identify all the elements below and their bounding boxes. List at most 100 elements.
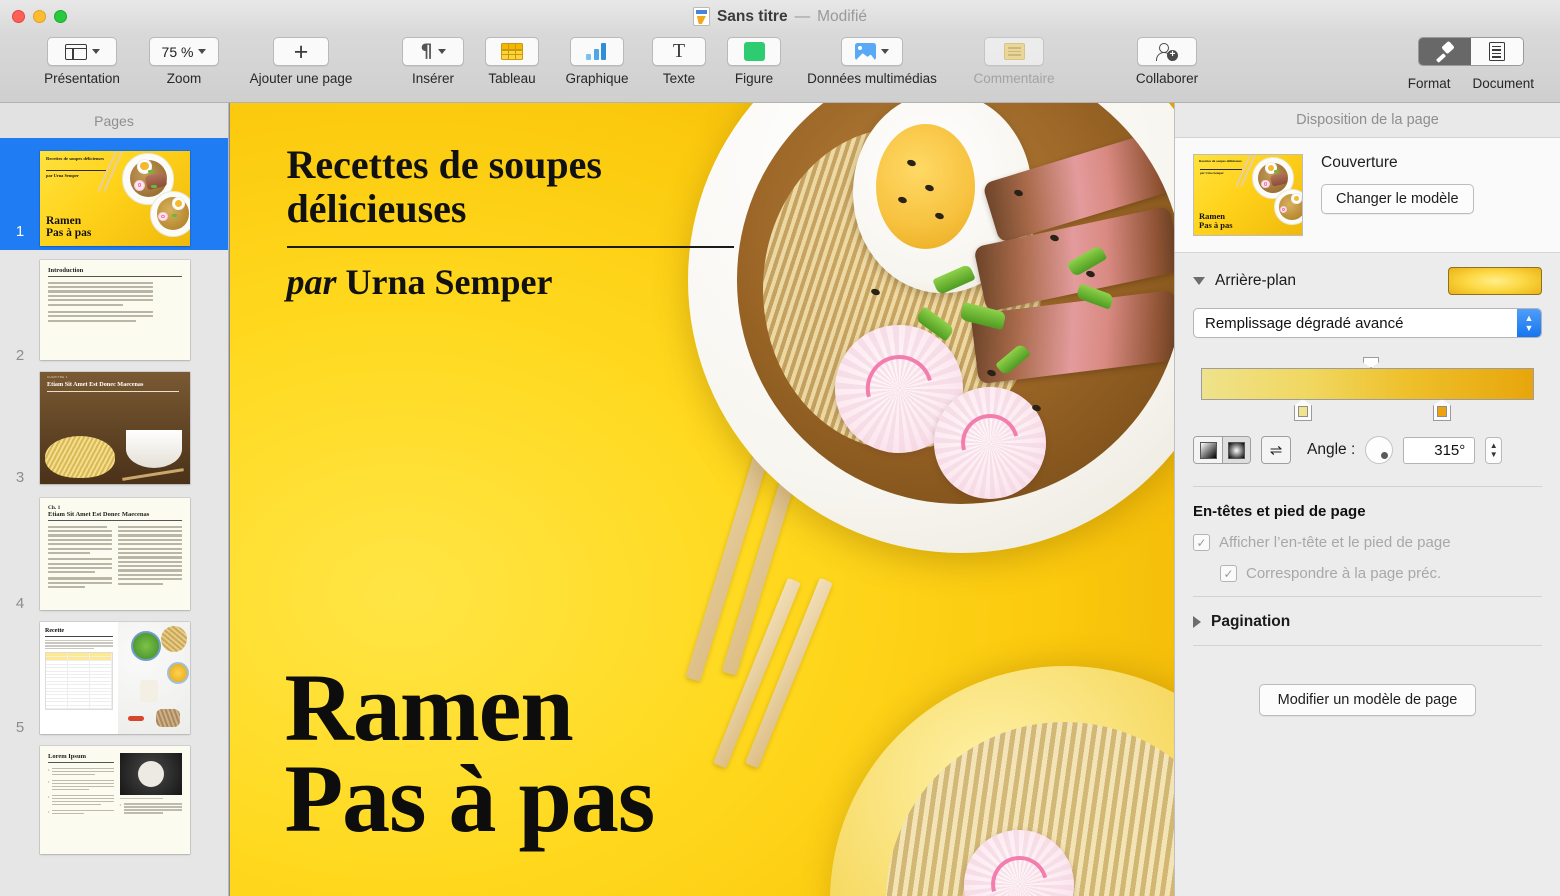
page-thumbnail-2[interactable]: Introduction [40, 260, 190, 360]
chevron-down-icon [881, 49, 889, 54]
comment-button[interactable] [984, 37, 1044, 66]
disclosure-triangle-right-icon[interactable] [1193, 616, 1201, 628]
page-1-cover[interactable]: Recettes de soupes délicieuses par Urna S… [229, 103, 1174, 896]
fill-type-select[interactable]: Remplissage dégradé avancé ▲ ▼ [1193, 308, 1542, 338]
chopstick-icon [122, 468, 184, 481]
chevron-updown-icon[interactable]: ▲ ▼ [1517, 309, 1541, 337]
toolbar-insert-button[interactable]: ¶ Insérer [394, 33, 472, 86]
toolbar-comment-button[interactable]: Commentaire [952, 33, 1076, 86]
disclosure-triangle-down-icon[interactable] [1193, 277, 1205, 285]
toolbar-add-page-button[interactable]: + Ajouter une page [226, 33, 376, 86]
zoom-popup[interactable]: 75 % [149, 37, 219, 66]
document-canvas[interactable]: Recettes de soupes délicieuses par Urna S… [229, 103, 1174, 896]
insert-popup[interactable]: ¶ [402, 37, 464, 66]
list-item[interactable]: 1 Recettes de soupes délicieuses par Urn… [0, 138, 228, 250]
naruto-fish-cake [933, 387, 1046, 500]
lorem-photo-block [119, 753, 182, 847]
sidebar-header: Pages [0, 103, 228, 138]
cover-title[interactable]: Recettes de soupes délicieuses [287, 143, 747, 231]
close-button[interactable] [12, 10, 25, 23]
shape-button[interactable] [727, 37, 781, 66]
naruto-fish-cake [964, 829, 1075, 896]
toolbar-collaborate-button[interactable]: + Collaborer [1108, 33, 1226, 86]
chart-icon [586, 43, 608, 60]
text-box-button[interactable]: T [652, 37, 706, 66]
view-popup[interactable] [47, 37, 117, 66]
template-section: Recettes de soupes délicieuses par Urna … [1175, 138, 1560, 253]
match-previous-row[interactable]: ✓ Correspondre à la page préc. [1220, 565, 1542, 582]
angle-value-field[interactable]: 315° [1403, 436, 1476, 464]
gradient-type-segmented[interactable] [1193, 436, 1251, 464]
table-button[interactable] [485, 37, 539, 66]
media-popup[interactable] [841, 37, 903, 66]
toolbar-view-button[interactable]: Présentation [22, 33, 142, 86]
list-item[interactable]: 2 Introduction [0, 250, 228, 368]
media-image-icon [855, 43, 876, 60]
gradient-bar[interactable] [1201, 368, 1534, 400]
tab-format[interactable] [1418, 38, 1471, 65]
page-thumbnail-1[interactable]: Recettes de soupes délicieuses par Urna … [40, 150, 190, 246]
page-thumbnail-3[interactable]: CHAPITRE 1 Etiam Sit Amet Est Donec Maec… [40, 372, 190, 484]
reverse-gradient-button[interactable]: ⇌ [1261, 436, 1291, 464]
toolbar-text-button[interactable]: T Texte [642, 33, 716, 86]
pages-app-window: Sans titre — Modifié Présentation 75 % Z… [0, 0, 1560, 896]
chevron-down-icon [91, 49, 100, 54]
toolbar-zoom-button[interactable]: 75 % Zoom [142, 33, 226, 86]
recipe-table-block: Recette [40, 622, 118, 734]
toolbar-media-button[interactable]: Données multimédias [792, 33, 952, 86]
toolbar-table-button[interactable]: Tableau [472, 33, 552, 86]
show-header-footer-row[interactable]: ✓ Afficher l’en-tête et le pied de page [1193, 534, 1542, 551]
maximize-button[interactable] [54, 10, 67, 23]
page-number: 4 [15, 595, 25, 612]
format-document-segmented-control[interactable]: Format Document [1408, 33, 1534, 91]
toolbar-label-view: Présentation [44, 71, 120, 86]
chart-button[interactable] [570, 37, 624, 66]
page-thumbnail-5[interactable]: Recette [40, 622, 190, 734]
list-item[interactable]: Lorem Ipsum [0, 740, 228, 854]
linear-gradient-icon[interactable] [1194, 437, 1222, 463]
gradient-stop-end[interactable] [1433, 399, 1451, 421]
minimize-button[interactable] [33, 10, 46, 23]
page-number: 3 [15, 469, 25, 486]
collaborate-button[interactable]: + [1137, 37, 1197, 66]
window-controls[interactable] [0, 10, 67, 23]
background-color-swatch[interactable] [1448, 267, 1542, 295]
edit-master-page-button[interactable]: Modifier un modèle de page [1258, 684, 1477, 716]
cover-main-title[interactable]: Ramen Pas à pas [285, 659, 656, 846]
tab-document[interactable] [1470, 38, 1523, 65]
template-thumbnail[interactable]: Recettes de soupes délicieuses par Urna … [1193, 154, 1303, 236]
angle-stepper[interactable]: ▲ ▼ [1485, 436, 1503, 464]
gradient-editor[interactable] [1193, 354, 1542, 421]
pagination-section-header[interactable]: Pagination [1193, 613, 1542, 631]
page-thumbnail-4[interactable]: Ch. 1 Etiam Sit Amet Est Donec Maecenas [40, 498, 190, 610]
comment-icon [1003, 43, 1025, 60]
background-section-header[interactable]: Arrière-plan [1193, 267, 1542, 295]
list-item[interactable]: 3 CHAPITRE 1 Etiam Sit Amet Est Donec Ma… [0, 368, 228, 490]
page-thumbnail-list[interactable]: 1 Recettes de soupes délicieuses par Urn… [0, 138, 228, 896]
radial-gradient-icon[interactable] [1222, 437, 1250, 463]
add-page-button[interactable]: + [273, 37, 329, 66]
thumb-big-title: Ramen Pas à pas [1199, 211, 1233, 231]
cover-byline[interactable]: par Urna Semper [287, 261, 553, 303]
toolbar-shape-button[interactable]: Figure [716, 33, 792, 86]
toolbar-label-add-page: Ajouter une page [249, 71, 353, 86]
fill-type-value: Remplissage dégradé avancé [1205, 314, 1404, 332]
headers-section-label: En-têtes et pied de page [1193, 503, 1366, 520]
toolbar-label-format: Format [1407, 76, 1451, 91]
list-item[interactable]: 5 Recette [0, 616, 228, 740]
gradient-midpoint-handle[interactable] [1363, 357, 1379, 368]
checkbox-checked-icon[interactable]: ✓ [1220, 565, 1237, 582]
broth [736, 103, 1174, 504]
change-template-button[interactable]: Changer le modèle [1321, 184, 1474, 214]
thumb-rule [47, 391, 179, 392]
list-item[interactable]: 4 Ch. 1 Etiam Sit Amet Est Donec Maecena… [0, 490, 228, 616]
toolbar-chart-button[interactable]: Graphique [552, 33, 642, 86]
ramen-bowl-secondary [829, 666, 1174, 896]
gradient-stop-start[interactable] [1294, 399, 1312, 421]
pages-document-icon [692, 7, 710, 26]
angle-dial[interactable] [1365, 436, 1394, 464]
checkbox-checked-icon[interactable]: ✓ [1193, 534, 1210, 551]
page-thumbnail-6[interactable]: Lorem Ipsum [40, 746, 190, 854]
window-title: Sans titre — Modifié [0, 7, 1560, 26]
inspector-toggle[interactable] [1417, 37, 1524, 66]
